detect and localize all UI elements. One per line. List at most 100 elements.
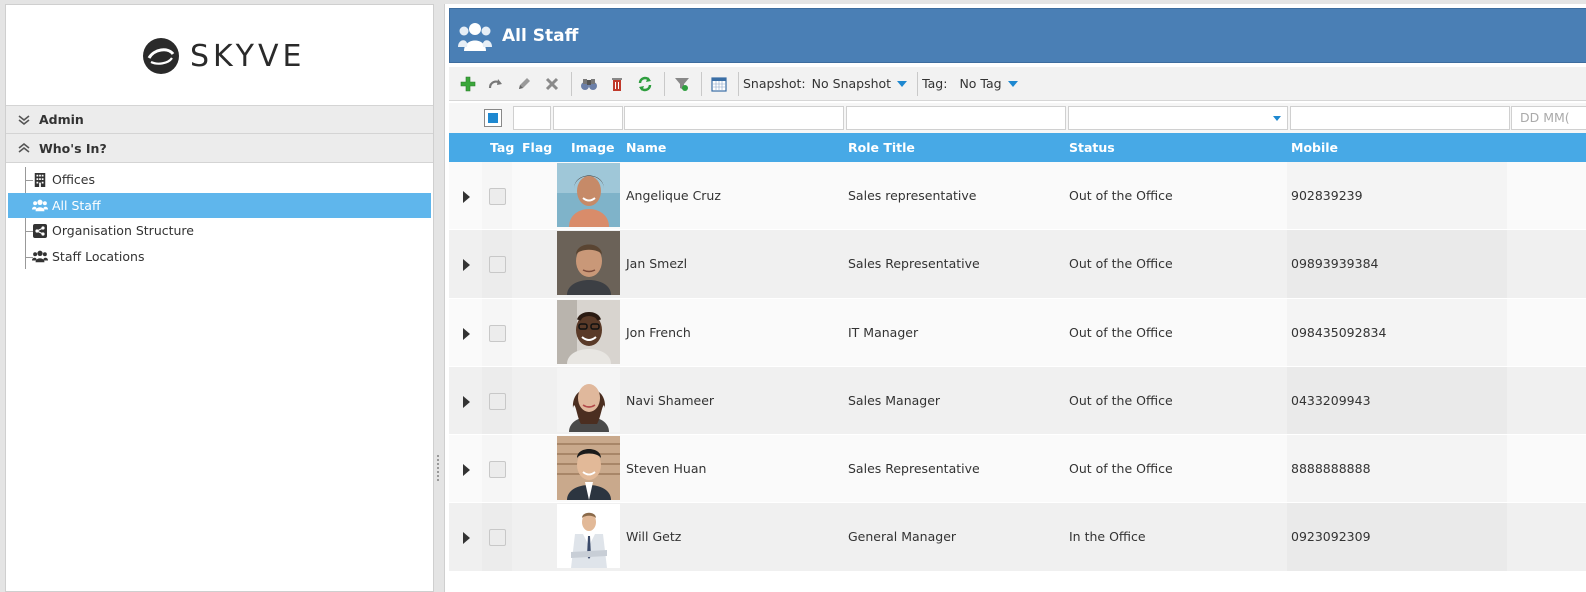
staff-role: Sales Representative [848,256,980,272]
delete-button[interactable] [539,71,565,97]
grid-header: Tag Flag Image Name Role Title Status Mo… [449,133,1586,162]
dropdown-arrow-icon [1273,116,1281,121]
staff-status: Out of the Office [1069,188,1173,203]
tag-checkbox[interactable] [489,188,506,205]
image-filter[interactable] [553,106,623,130]
expand-row-icon[interactable] [463,259,470,272]
content-panel: All Staff Snapshot: No Snapshot Tag: No … [444,4,1586,592]
column-header-name[interactable]: Name [626,133,666,162]
table-row[interactable]: Will Getz General Manager In the Office … [449,503,1586,572]
share-icon [32,223,48,239]
add-button[interactable] [455,71,481,97]
section-admin[interactable]: Admin [6,105,433,134]
binoculars-icon [581,78,597,90]
tag-checkbox[interactable] [489,392,506,410]
table-row[interactable]: Navi Shameer Sales Manager Out of the Of… [449,366,1586,436]
chevron-double-down-icon [18,114,30,125]
staff-status: Out of the Office [1069,461,1173,477]
column-header-tag[interactable]: Tag [490,133,514,162]
table-row[interactable]: Jon French IT Manager Out of the Office … [449,298,1586,367]
snapshot-label: Snapshot: [743,76,806,91]
section-admin-label: Admin [39,112,84,127]
sidebar-item-label: All Staff [52,197,101,213]
sidebar-item-organisation-structure[interactable]: Organisation Structure [6,218,433,244]
status-filter-select[interactable] [1068,106,1288,130]
table-row[interactable]: Jan Smezl Sales Representative Out of th… [449,230,1586,299]
toolbar-separator [738,71,739,96]
users-icon [458,22,492,51]
staff-name: Jan Smezl [626,256,688,272]
select-all-checkbox[interactable] [484,109,502,127]
delete-icon [545,77,559,90]
toolbar-separator [571,71,572,96]
staff-status: Out of the Office [1069,324,1173,340]
column-header-image[interactable]: Image [571,133,615,162]
column-header-flag[interactable]: Flag [522,133,552,162]
date-filter-placeholder: DD MM( [1520,110,1570,125]
column-header-mobile[interactable]: Mobile [1291,133,1338,162]
staff-photo [557,504,620,569]
tag-value: No Tag [959,76,1002,91]
edit-button[interactable] [511,71,537,97]
sidebar-item-label: Organisation Structure [52,223,194,239]
section-whos-in-label: Who's In? [39,140,107,156]
tag-checkbox[interactable] [489,256,506,274]
snapshot-dropdown[interactable]: No Snapshot [812,76,908,91]
table-row[interactable]: Steven Huan Sales Representative Out of … [449,435,1586,504]
sidebar-item-staff-locations[interactable]: Staff Locations [6,244,433,270]
users-icon [32,197,48,213]
sidebar-item-label: Staff Locations [52,248,145,264]
expand-row-icon[interactable] [463,464,470,477]
staff-name: Will Getz [626,529,682,545]
tag-checkbox[interactable] [489,324,506,342]
redo-button[interactable] [483,71,509,97]
tag-dropdown[interactable]: No Tag [959,76,1018,91]
users-icon [32,248,48,264]
column-header-role-title[interactable]: Role Title [848,133,915,162]
name-filter-input[interactable] [624,106,844,130]
filter-button[interactable] [669,71,695,97]
redo-icon [488,78,502,88]
staff-status: In the Office [1069,529,1146,545]
trash-icon [612,77,622,91]
flag-filter[interactable] [513,106,551,130]
staff-role: Sales representative [848,188,977,203]
staff-mobile: 8888888888 [1291,461,1371,477]
table-row[interactable]: Angelique Cruz Sales representative Out … [449,162,1586,231]
page-header: All Staff [449,8,1586,63]
staff-name: Navi Shameer [626,392,715,408]
tag-checkbox[interactable] [489,529,506,547]
sidebar-item-label: Offices [52,172,95,188]
filter-row: DD MM( [449,103,1586,134]
add-icon [460,76,476,91]
toolbar-separator [701,71,702,96]
tag-label: Tag: [922,76,948,91]
staff-photo [557,299,620,364]
staff-role: Sales Manager [848,392,941,408]
staff-mobile: 098435092834 [1291,324,1387,340]
staff-photo [557,163,620,227]
expand-row-icon[interactable] [463,327,470,340]
column-header-status[interactable]: Status [1069,133,1115,162]
staff-photo [557,436,620,501]
logo-text: SKYVE [190,38,306,74]
menu-tree: Offices All Staff Organisation Structure… [6,163,433,269]
sidebar-item-all-staff[interactable]: All Staff [8,192,431,218]
clear-button[interactable] [604,71,630,97]
expand-row-icon[interactable] [463,191,470,203]
zoom-button[interactable] [576,71,602,97]
section-whos-in[interactable]: Who's In? [6,134,433,163]
sidebar-item-offices[interactable]: Offices [6,167,433,193]
expand-row-icon[interactable] [463,532,470,545]
toolbar-separator [917,71,919,96]
panel-splitter[interactable] [436,455,440,485]
mobile-filter-input[interactable] [1290,106,1510,130]
calendar-button[interactable] [706,71,732,97]
expand-row-icon[interactable] [463,395,470,408]
tag-checkbox[interactable] [489,461,506,479]
date-filter-input[interactable]: DD MM( [1511,106,1586,130]
role-title-filter-input[interactable] [846,106,1066,130]
refresh-button[interactable] [632,71,658,97]
page-title: All Staff [502,25,579,46]
staff-photo [557,231,620,296]
